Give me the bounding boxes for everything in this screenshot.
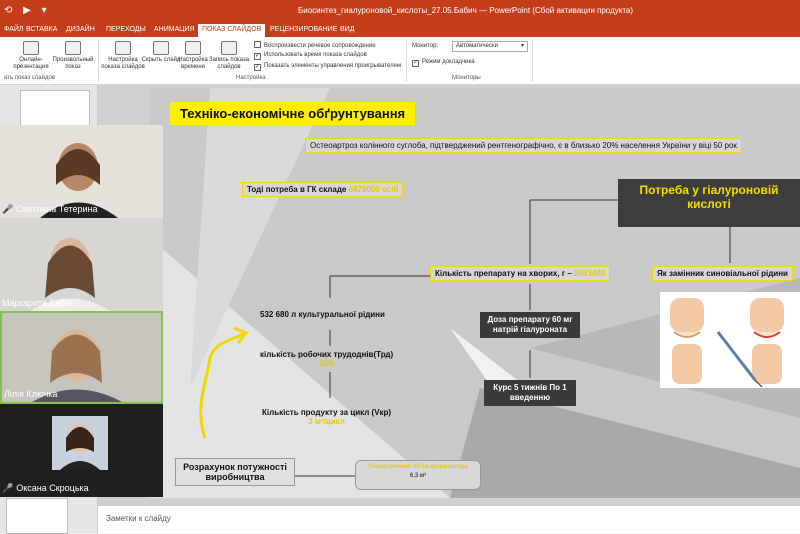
tab-slideshow[interactable]: ПОКАЗ СЛАЙДОВ bbox=[198, 24, 266, 37]
tab-view[interactable]: ВИД bbox=[336, 24, 358, 37]
monitor-select[interactable]: Автоматически ▾ bbox=[452, 41, 528, 52]
setup-icon bbox=[115, 41, 131, 55]
synovial-substitute-box: Як замінник синовіальної рідини bbox=[652, 266, 793, 281]
dose-box: Доза препарату 60 мг натрій гіалуроната bbox=[480, 312, 580, 338]
tab-insert[interactable]: ВСТАВКА bbox=[22, 24, 61, 37]
chevron-down-icon: ▾ bbox=[520, 43, 524, 49]
hyaluronic-need-box: Потреба у гіалуроновій кислоті bbox=[618, 179, 800, 227]
ribbon-tabs: ФАЙЛ ВСТАВКА ДИЗАЙН ПЕРЕХОДЫ АНИМАЦИЯ ПО… bbox=[0, 22, 800, 37]
hide-slide-icon bbox=[153, 41, 169, 55]
participant-name: Маргарита Бабіч bbox=[2, 298, 73, 308]
capacity-box: Розрахунок потужності виробництва bbox=[175, 458, 295, 486]
mic-muted-icon: 🎤 bbox=[2, 204, 14, 214]
tab-transitions[interactable]: ПЕРЕХОДЫ bbox=[102, 24, 150, 37]
group-label-setup: Настройка bbox=[236, 75, 266, 81]
notes-pane[interactable]: Заметки к слайду bbox=[98, 505, 800, 533]
group-separator bbox=[532, 40, 533, 82]
tab-review[interactable]: РЕЦЕНЗИРОВАНИЕ bbox=[266, 24, 341, 37]
participant-tile-active-speaker[interactable]: Лілія Ключка bbox=[0, 311, 163, 404]
participant-tile[interactable]: 🎤 Оксана Скроцька bbox=[0, 404, 163, 497]
participant-name: 🎤 Светлана Тетерина bbox=[2, 204, 98, 214]
participant-tile[interactable]: Маргарита Бабіч bbox=[0, 218, 163, 311]
product-per-cycle-text: Кількість продукту за цикл (Vкр) 3 м³/ци… bbox=[262, 408, 392, 426]
timer-icon bbox=[185, 41, 201, 55]
group-label-monitors: Мониторы bbox=[452, 75, 481, 81]
monitor-label: Монитор: bbox=[412, 43, 439, 49]
tab-animation[interactable]: АНИМАЦИЯ bbox=[150, 24, 199, 37]
video-call-panel: 🎤 Светлана Тетерина Маргарита Бабіч Лілія… bbox=[0, 125, 163, 497]
culture-liquid-text: 532 680 л культуральної рідини bbox=[260, 310, 385, 319]
slide-title: Техніко-економічне обґрунтування bbox=[170, 102, 416, 125]
participant-name: 🎤 Оксана Скроцька bbox=[2, 483, 89, 493]
participant-name: Лілія Ключка bbox=[4, 389, 58, 399]
window-title: Биосинтез_гиалуроновой_кислоты_27.05.Баб… bbox=[298, 6, 634, 15]
media-controls-checkbox[interactable]: ✓ Показать элементы управления проигрыват… bbox=[254, 63, 401, 71]
custom-show-button[interactable]: Произвольный показ bbox=[50, 41, 96, 71]
fermenter-box: Геометричний об'єм ферментера 6,3 м³ bbox=[355, 460, 481, 490]
tab-design[interactable]: ДИЗАЙН bbox=[62, 24, 99, 37]
checkbox-checked-icon: ✓ bbox=[412, 60, 419, 67]
use-timings-checkbox[interactable]: ✓ Использовать время показа слайдов bbox=[254, 52, 367, 60]
online-presentation-button[interactable]: Онлайн-презентация bbox=[8, 41, 54, 71]
presenter-view-checkbox[interactable]: ✓ Режим докладчика bbox=[412, 59, 475, 67]
custom-show-icon bbox=[65, 41, 81, 55]
record-icon bbox=[221, 41, 237, 55]
slide-thumbnail[interactable] bbox=[6, 498, 68, 534]
knee-joint-image bbox=[660, 292, 800, 388]
slide-thumbnail[interactable] bbox=[20, 90, 90, 130]
workdays-text: кількість робочих трудоднів(Трд) 300 bbox=[260, 350, 394, 368]
notes-placeholder: Заметки к слайду bbox=[106, 514, 171, 523]
quick-access-toolbar[interactable]: ⟲ ▶ ▾ bbox=[4, 5, 51, 16]
subtitle-box: Остеоартроз колінного суглоба, підтвердж… bbox=[305, 138, 742, 153]
broadcast-icon bbox=[23, 41, 39, 55]
slide-canvas[interactable]: Техніко-економічне обґрунтування Остеоар… bbox=[150, 88, 800, 498]
narration-checkbox[interactable]: Воспроизвести речевое сопровождение bbox=[254, 41, 376, 49]
checkbox-checked-icon: ✓ bbox=[254, 53, 261, 60]
record-slideshow-button[interactable]: Запись показа слайдов bbox=[206, 41, 252, 71]
drug-amount-box: Кількість препарату на хворих, г – 26634… bbox=[430, 266, 611, 281]
group-separator bbox=[98, 40, 99, 82]
group-label-start: ать показ слайдов bbox=[4, 75, 55, 81]
need-population-box: Тоді потреба в ГК складе 6878000 осіб bbox=[242, 182, 404, 197]
checkbox-checked-icon: ✓ bbox=[254, 64, 261, 71]
title-bar: ⟲ ▶ ▾ Биосинтез_гиалуроновой_кислоты_27.… bbox=[0, 0, 800, 22]
ribbon: Онлайн-презентация Произвольный показ На… bbox=[0, 37, 800, 85]
course-box: Курс 5 тижнів По 1 введенню bbox=[484, 380, 576, 406]
group-separator bbox=[406, 40, 407, 82]
mic-muted-icon: 🎤 bbox=[2, 483, 14, 493]
participant-tile[interactable]: 🎤 Светлана Тетерина bbox=[0, 125, 163, 218]
checkbox-icon bbox=[254, 41, 261, 48]
